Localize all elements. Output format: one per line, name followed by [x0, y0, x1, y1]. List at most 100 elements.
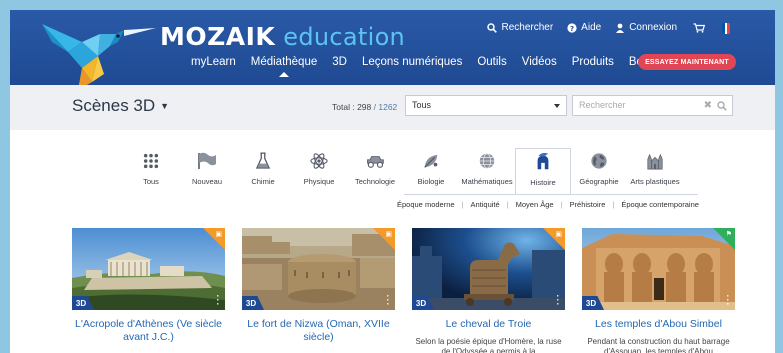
scene-thumbnail — [582, 228, 735, 310]
subcat-prehistoire[interactable]: Préhistoire — [570, 200, 606, 209]
more-options-icon[interactable]: · · · — [216, 292, 220, 309]
tab-physique[interactable]: Physique — [291, 148, 347, 193]
brand-mozaik: MOZAIK — [160, 22, 276, 51]
nav-mylearn[interactable]: myLearn — [190, 56, 237, 68]
tab-biologie[interactable]: Biologie — [403, 148, 459, 193]
filter-select[interactable]: Tous — [405, 95, 567, 116]
filter-select-value: Tous — [412, 100, 432, 110]
tab-chimie[interactable]: Chimie — [235, 148, 291, 193]
try-now-button[interactable]: ESSAYEZ MAINTENANT — [638, 54, 736, 70]
nav-mediatheque[interactable]: Médiathèque — [250, 56, 319, 77]
divider: | — [560, 200, 563, 209]
scene-thumbnail — [412, 228, 565, 310]
search-input[interactable]: Rechercher ✖ — [572, 95, 733, 116]
site-header: MOZAIK education Rechercher ? Aide Conne… — [10, 10, 775, 90]
card-title-troie[interactable]: Le cheval de Troie — [412, 318, 565, 331]
flag-icon: ⚑ — [725, 231, 732, 238]
chevron-down-icon — [554, 104, 560, 108]
card-title-nizwa[interactable]: Le fort de Nizwa (Oman, XVIIe siècle) — [242, 318, 395, 344]
subcat-antiquite[interactable]: Antiquité — [471, 200, 500, 209]
globe-math-icon — [477, 151, 497, 171]
search-icon[interactable] — [717, 101, 727, 111]
tab-tous[interactable]: Tous — [123, 148, 179, 193]
tab-arts-plastiques[interactable]: Arts plastiques — [627, 148, 683, 193]
cart-link[interactable] — [693, 22, 705, 33]
tab-mathematiques[interactable]: Mathématiques — [459, 148, 515, 193]
tab-label: Mathématiques — [461, 177, 513, 186]
user-icon — [616, 23, 625, 33]
category-tabs: Tous Nouveau Chimie Physique Technologie — [123, 148, 683, 195]
clear-icon[interactable]: ✖ — [704, 100, 712, 111]
scene-card-acropole[interactable]: ▣ 3D · · · — [72, 228, 225, 310]
page-frame: MOZAIK education Rechercher ? Aide Conne… — [10, 10, 775, 353]
nav-3d[interactable]: 3D — [331, 56, 348, 68]
total-all: 1262 — [378, 102, 398, 112]
brand-education: education — [283, 23, 406, 51]
helmet-icon — [533, 152, 553, 172]
login-link[interactable]: Connexion — [615, 22, 677, 33]
leaf-icon — [421, 151, 441, 171]
total-separator: / — [373, 102, 376, 112]
search-placeholder: Rechercher — [579, 100, 626, 110]
scene-card-troie[interactable]: ▣ 3D · · · — [412, 228, 565, 310]
atom-icon — [309, 151, 329, 171]
section-dropdown[interactable]: Scènes 3D ▼ — [72, 96, 169, 116]
subcategory-links: Époque moderne | Antiquité | Moyen Âge |… — [397, 200, 699, 209]
help-link[interactable]: ? Aide — [567, 22, 601, 33]
more-options-icon[interactable]: · · · — [556, 292, 560, 309]
help-link-label: Aide — [581, 22, 602, 33]
tab-label: Nouveau — [191, 177, 223, 186]
tab-divider — [404, 194, 698, 195]
subcat-moyen-age[interactable]: Moyen Âge — [516, 200, 554, 209]
scene-thumbnail — [72, 228, 225, 310]
card-desc-abou-simbel: Pendant la construction du haut barrage … — [587, 337, 730, 353]
caret-down-icon: ▼ — [160, 101, 170, 111]
divider: | — [612, 200, 615, 209]
tab-label: Biologie — [417, 177, 445, 186]
card-title-abou-simbel[interactable]: Les temples d'Abou Simbel — [582, 318, 735, 331]
card-title-acropole[interactable]: L'Acropole d'Athènes (Ve siècle avant J.… — [72, 318, 225, 344]
lock-icon: ▣ — [555, 231, 562, 238]
nav-produits[interactable]: Produits — [571, 56, 615, 68]
tab-nouveau[interactable]: Nouveau — [179, 148, 235, 193]
brand-logo[interactable]: MOZAIK education — [160, 22, 405, 52]
scene-card-abou-simbel[interactable]: ⚑ 3D · · · — [582, 228, 735, 310]
top-links: Rechercher ? Aide Connexion — [487, 22, 727, 33]
grid-icon — [141, 151, 161, 171]
tab-histoire[interactable]: Histoire — [515, 148, 571, 195]
language-flag-icon[interactable] — [722, 23, 730, 34]
tab-label: Histoire — [530, 178, 556, 187]
search-link-label: Rechercher — [501, 22, 554, 33]
tab-technologie[interactable]: Technologie — [347, 148, 403, 193]
total-shown: 298 — [357, 102, 372, 112]
flag-icon — [197, 151, 217, 171]
subcat-epoque-moderne[interactable]: Époque moderne — [397, 200, 455, 209]
more-options-icon[interactable]: · · · — [726, 292, 730, 309]
nav-outils[interactable]: Outils — [476, 56, 507, 68]
scene-card-nizwa[interactable]: ▣ 3D · · · — [242, 228, 395, 310]
scene-thumbnail — [242, 228, 395, 310]
card-desc-troie: Selon la poésie épique d'Homère, la ruse… — [415, 337, 562, 353]
tab-label: Géographie — [579, 177, 619, 186]
nav-lecons-numeriques[interactable]: Leçons numériques — [361, 56, 463, 68]
main-nav: myLearn Médiathèque 3D Leçons numériques… — [190, 56, 675, 77]
car-icon — [365, 151, 385, 171]
search-link[interactable]: Rechercher — [487, 22, 553, 33]
flask-icon — [253, 151, 273, 171]
more-options-icon[interactable]: · · · — [386, 292, 390, 309]
cart-icon — [693, 22, 705, 33]
divider: | — [461, 200, 464, 209]
search-icon — [487, 22, 498, 33]
help-icon: ? — [567, 22, 577, 32]
hummingbird-logo-icon[interactable] — [38, 12, 156, 90]
subcat-epoque-contemporaine[interactable]: Époque contemporaine — [621, 200, 699, 209]
tab-geographie[interactable]: Géographie — [571, 148, 627, 193]
lock-icon: ▣ — [385, 231, 392, 238]
divider: | — [506, 200, 509, 209]
nav-videos[interactable]: Vidéos — [521, 56, 558, 68]
tab-label: Technologie — [354, 177, 396, 186]
tab-label: Chimie — [251, 177, 275, 186]
cathedral-icon — [645, 151, 665, 171]
filter-toolbar: Scènes 3D ▼ Total : 298 / 1262 Tous Rech… — [10, 85, 775, 130]
lock-icon: ▣ — [215, 231, 222, 238]
